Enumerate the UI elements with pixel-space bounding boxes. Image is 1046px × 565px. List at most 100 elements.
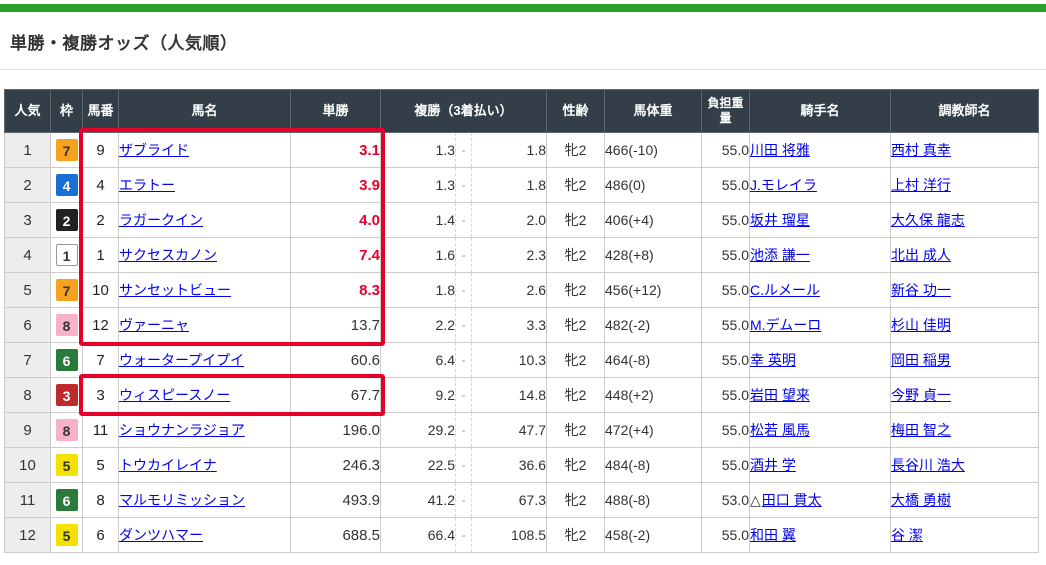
rank-cell: 12 bbox=[5, 518, 51, 553]
horse-name-link[interactable]: トウカイレイナ bbox=[119, 457, 217, 473]
horse-number: 12 bbox=[83, 308, 119, 343]
place-odds-dash: - bbox=[456, 448, 472, 483]
horse-name-cell: ラガークイン bbox=[119, 203, 291, 238]
trainer-link[interactable]: 西村 真幸 bbox=[891, 142, 951, 158]
trainer-link[interactable]: 大久保 龍志 bbox=[891, 212, 965, 228]
trainer-link[interactable]: 谷 潔 bbox=[891, 527, 923, 543]
jockey-link[interactable]: J.モレイラ bbox=[750, 177, 817, 193]
frame-cell: 2 bbox=[51, 203, 83, 238]
frame-badge: 5 bbox=[56, 524, 78, 546]
horse-weight: 448(+2) bbox=[605, 378, 702, 413]
trainer-cell: 長谷川 浩大 bbox=[891, 448, 1039, 483]
frame-cell: 3 bbox=[51, 378, 83, 413]
place-odds-dash: - bbox=[456, 413, 472, 448]
horse-name-cell: ウォータープイプイ bbox=[119, 343, 291, 378]
sex-age: 牝2 bbox=[547, 518, 605, 553]
trainer-link[interactable]: 北出 成人 bbox=[891, 247, 951, 263]
trainer-link[interactable]: 上村 洋行 bbox=[891, 177, 951, 193]
jockey-link[interactable]: 幸 英明 bbox=[750, 352, 796, 368]
win-odds: 8.3 bbox=[291, 273, 381, 308]
trainer-link[interactable]: 長谷川 浩大 bbox=[891, 457, 965, 473]
frame-cell: 1 bbox=[51, 238, 83, 273]
jockey-link[interactable]: 酒井 学 bbox=[750, 457, 796, 473]
horse-name-link[interactable]: サンセットビュー bbox=[119, 282, 231, 298]
horse-name-link[interactable]: ダンツハマー bbox=[119, 527, 203, 543]
frame-badge: 6 bbox=[56, 489, 78, 511]
trainer-cell: 大久保 龍志 bbox=[891, 203, 1039, 238]
rank-cell: 1 bbox=[5, 133, 51, 168]
horse-name-link[interactable]: ヴァーニャ bbox=[119, 317, 189, 333]
trainer-link[interactable]: 大橋 勇樹 bbox=[891, 492, 951, 508]
jockey-cell: 和田 翼 bbox=[750, 518, 891, 553]
jockey-cell: 幸 英明 bbox=[750, 343, 891, 378]
carried-weight: 55.0 bbox=[702, 203, 750, 238]
sex-age: 牝2 bbox=[547, 308, 605, 343]
horse-number: 8 bbox=[83, 483, 119, 518]
trainer-link[interactable]: 新谷 功一 bbox=[891, 282, 951, 298]
horse-name-cell: サクセスカノン bbox=[119, 238, 291, 273]
table-row: 411サクセスカノン7.41.6-2.3牝2428(+8)55.0池添 謙一北出… bbox=[5, 238, 1039, 273]
trainer-link[interactable]: 今野 貞一 bbox=[891, 387, 951, 403]
jockey-link[interactable]: 田口 貫太 bbox=[762, 492, 822, 508]
frame-cell: 4 bbox=[51, 168, 83, 203]
horse-name-link[interactable]: マルモリミッション bbox=[119, 492, 245, 508]
frame-badge: 1 bbox=[56, 244, 78, 266]
horse-weight: 466(-10) bbox=[605, 133, 702, 168]
win-odds: 60.6 bbox=[291, 343, 381, 378]
title-divider bbox=[0, 69, 1046, 70]
jockey-link[interactable]: 池添 謙一 bbox=[750, 247, 810, 263]
jockey-link[interactable]: M.デムーロ bbox=[750, 317, 821, 333]
place-odds-low: 41.2 bbox=[381, 483, 456, 518]
carried-weight: 55.0 bbox=[702, 133, 750, 168]
win-odds: 3.1 bbox=[291, 133, 381, 168]
table-row: 179ザブライド3.11.3-1.8牝2466(-10)55.0川田 将雅西村 … bbox=[5, 133, 1039, 168]
place-odds-high: 108.5 bbox=[472, 518, 547, 553]
place-odds-dash: - bbox=[456, 203, 472, 238]
horse-name-link[interactable]: ウィスピースノー bbox=[119, 387, 230, 403]
horse-weight: 428(+8) bbox=[605, 238, 702, 273]
horse-weight: 486(0) bbox=[605, 168, 702, 203]
jockey-link[interactable]: C.ルメール bbox=[750, 282, 820, 298]
table-row: 322ラガークイン4.01.4-2.0牝2406(+4)55.0坂井 瑠星大久保… bbox=[5, 203, 1039, 238]
place-odds-dash: - bbox=[456, 518, 472, 553]
frame-badge: 6 bbox=[56, 349, 78, 371]
horse-name-link[interactable]: ウォータープイプイ bbox=[119, 352, 244, 368]
horse-name-link[interactable]: エラトー bbox=[119, 177, 175, 193]
horse-name-link[interactable]: ショウナンラジョア bbox=[119, 422, 245, 438]
win-odds: 13.7 bbox=[291, 308, 381, 343]
frame-cell: 8 bbox=[51, 413, 83, 448]
horse-name-cell: マルモリミッション bbox=[119, 483, 291, 518]
horse-weight: 484(-8) bbox=[605, 448, 702, 483]
header-win: 単勝 bbox=[291, 90, 381, 133]
horse-name-link[interactable]: ザブライド bbox=[119, 142, 189, 158]
horse-number: 1 bbox=[83, 238, 119, 273]
jockey-link[interactable]: 川田 将雅 bbox=[750, 142, 810, 158]
place-odds-high: 1.8 bbox=[472, 168, 547, 203]
place-odds-low: 66.4 bbox=[381, 518, 456, 553]
horse-name-link[interactable]: ラガークイン bbox=[119, 212, 203, 228]
trainer-link[interactable]: 岡田 稲男 bbox=[891, 352, 951, 368]
rank-cell: 3 bbox=[5, 203, 51, 238]
place-odds-high: 47.7 bbox=[472, 413, 547, 448]
jockey-link[interactable]: 岩田 望来 bbox=[750, 387, 810, 403]
jockey-link[interactable]: 松若 風馬 bbox=[750, 422, 810, 438]
jockey-link[interactable]: 和田 翼 bbox=[750, 527, 796, 543]
frame-badge: 5 bbox=[56, 454, 78, 476]
horse-name-link[interactable]: サクセスカノン bbox=[119, 247, 217, 263]
horse-number: 4 bbox=[83, 168, 119, 203]
horse-name-cell: サンセットビュー bbox=[119, 273, 291, 308]
carried-weight: 53.0 bbox=[702, 483, 750, 518]
horse-number: 3 bbox=[83, 378, 119, 413]
trainer-link[interactable]: 梅田 智之 bbox=[891, 422, 951, 438]
header-jockey: 騎手名 bbox=[750, 90, 891, 133]
horse-weight: 464(-8) bbox=[605, 343, 702, 378]
horse-weight: 458(-2) bbox=[605, 518, 702, 553]
jockey-cell: 池添 謙一 bbox=[750, 238, 891, 273]
trainer-link[interactable]: 杉山 佳明 bbox=[891, 317, 951, 333]
jockey-link[interactable]: 坂井 瑠星 bbox=[750, 212, 810, 228]
place-odds-dash: - bbox=[456, 308, 472, 343]
sex-age: 牝2 bbox=[547, 413, 605, 448]
frame-badge: 2 bbox=[56, 209, 78, 231]
frame-cell: 7 bbox=[51, 273, 83, 308]
carried-weight: 55.0 bbox=[702, 343, 750, 378]
